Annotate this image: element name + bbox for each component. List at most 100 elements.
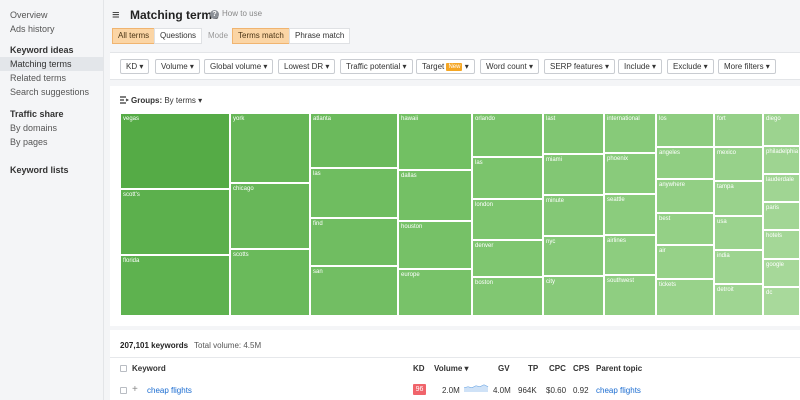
parent-topic-link[interactable]: cheap flights	[596, 386, 641, 395]
keyword-link[interactable]: cheap flights	[147, 386, 192, 395]
volume-filter[interactable]: Volume ▾	[155, 59, 200, 74]
tab-phrase-match[interactable]: Phrase match	[289, 28, 351, 44]
col-gv[interactable]: GV	[498, 364, 510, 373]
how-to-use-link[interactable]: ? How to use	[210, 9, 262, 19]
treemap-cell[interactable]: best	[656, 213, 714, 245]
treemap-cell[interactable]: mexico	[714, 147, 763, 181]
treemap-cell[interactable]: tampa	[714, 181, 763, 216]
traffic-potential-filter[interactable]: Traffic potential ▾	[340, 59, 413, 74]
treemap-cell[interactable]: international	[604, 113, 656, 153]
treemap-cell[interactable]: vegas	[120, 113, 230, 189]
treemap-cell[interactable]: minute	[543, 195, 604, 236]
kd-filter[interactable]: KD ▾	[120, 59, 150, 74]
tab-all-terms[interactable]: All terms	[112, 28, 156, 44]
sidebar-item-overview[interactable]: Overview	[0, 8, 103, 22]
select-all-checkbox[interactable]	[120, 365, 127, 372]
treemap-cell[interactable]: seattle	[604, 194, 656, 235]
sidebar-item-matching-terms[interactable]: Matching terms	[0, 57, 103, 71]
treemap-cell[interactable]: nyc	[543, 236, 604, 276]
treemap-cell[interactable]: last	[543, 113, 604, 154]
treemap-cell[interactable]: scotts	[230, 249, 310, 316]
treemap-cell[interactable]: usa	[714, 216, 763, 250]
treemap-cell[interactable]: detroit	[714, 284, 763, 316]
treemap-cell[interactable]: chicago	[230, 183, 310, 249]
treemap-cell[interactable]: hawaii	[398, 113, 472, 170]
treemap-cell[interactable]: orlando	[472, 113, 543, 157]
sidebar-item-by-domains[interactable]: By domains	[0, 121, 103, 135]
groups-selector[interactable]: Groups: By terms ▾	[120, 96, 202, 105]
treemap-cell[interactable]: dallas	[398, 170, 472, 221]
treemap-cell[interactable]: london	[472, 199, 543, 240]
col-cps[interactable]: CPS	[573, 364, 589, 373]
col-cpc[interactable]: CPC	[549, 364, 566, 373]
word-count-filter[interactable]: Word count ▾	[480, 59, 539, 74]
treemap-cell[interactable]: fort	[714, 113, 763, 147]
treemap-cell[interactable]: denver	[472, 240, 543, 277]
include-filter[interactable]: Include ▾	[618, 59, 663, 74]
treemap-cell[interactable]: tickets	[656, 279, 714, 316]
sidebar-item-search-suggestions[interactable]: Search suggestions	[0, 85, 103, 99]
treemap-cell[interactable]: find	[310, 218, 398, 266]
treemap-cell[interactable]: phoenix	[604, 153, 656, 194]
exclude-filter[interactable]: Exclude ▾	[667, 59, 714, 74]
how-to-use-label: How to use	[222, 9, 263, 18]
treemap-cell[interactable]: city	[543, 276, 604, 316]
treemap-cell[interactable]: york	[230, 113, 310, 183]
global-volume-filter[interactable]: Global volume ▾	[204, 59, 274, 74]
treemap-cell[interactable]: miami	[543, 154, 604, 195]
mode-label: Mode	[208, 31, 229, 40]
treemap-cell[interactable]: europe	[398, 269, 472, 316]
treemap-cell[interactable]: lauderdale	[763, 174, 800, 202]
menu-icon[interactable]: ≡	[112, 8, 120, 21]
treemap-cell[interactable]: anywhere	[656, 179, 714, 213]
keyword-count: 207,101 keywords	[120, 341, 189, 350]
treemap-cell[interactable]: diego	[763, 113, 800, 146]
col-volume[interactable]: Volume ▾	[434, 364, 469, 373]
treemap-cell[interactable]: scott's	[120, 189, 230, 255]
treemap-cell[interactable]: google	[763, 259, 800, 287]
tab-terms-match[interactable]: Terms match	[232, 28, 290, 44]
sidebar: Overview Ads history Keyword ideas Match…	[0, 0, 104, 400]
col-parent-topic[interactable]: Parent topic	[596, 364, 642, 373]
treemap-cell[interactable]: air	[656, 245, 714, 279]
more-filters-button[interactable]: More filters ▾	[718, 59, 776, 74]
treemap-cell[interactable]: florida	[120, 255, 230, 316]
treemap-cell[interactable]: southwest	[604, 275, 656, 316]
treemap-cell[interactable]: angeles	[656, 147, 714, 179]
treemap-cell[interactable]: paris	[763, 202, 800, 230]
col-kd[interactable]: KD	[413, 364, 425, 373]
treemap-cell[interactable]: san	[310, 266, 398, 316]
target-filter[interactable]: Target New ▾	[416, 59, 475, 74]
add-to-list-icon[interactable]: +	[132, 385, 138, 395]
treemap-cell[interactable]: atlanta	[310, 113, 398, 168]
sidebar-item-ads-history[interactable]: Ads history	[0, 22, 103, 36]
groups-icon	[120, 96, 130, 104]
treemap-cell[interactable]: india	[714, 250, 763, 284]
treemap-cell[interactable]: las	[310, 168, 398, 218]
sidebar-item-by-pages[interactable]: By pages	[0, 135, 103, 149]
treemap-cell[interactable]: boston	[472, 277, 543, 316]
treemap-cell[interactable]: las	[472, 157, 543, 199]
match-tabbar: All terms Questions Mode Terms match Phr…	[112, 28, 372, 44]
treemap-cell[interactable]: los	[656, 113, 714, 147]
row-checkbox[interactable]	[120, 387, 127, 394]
target-label: Target	[422, 62, 445, 71]
sidebar-section-traffic-share: Traffic share	[10, 109, 64, 119]
sidebar-item-keyword-lists[interactable]: Keyword lists	[10, 165, 69, 175]
groups-value: By terms ▾	[164, 96, 203, 105]
sidebar-item-related-terms[interactable]: Related terms	[0, 71, 103, 85]
treemap-cell[interactable]: airlines	[604, 235, 656, 275]
treemap-cell[interactable]: houston	[398, 221, 472, 269]
table-divider	[110, 357, 800, 358]
col-keyword[interactable]: Keyword	[132, 364, 166, 373]
volume-value: 2.0M	[442, 386, 460, 395]
col-tp[interactable]: TP	[528, 364, 538, 373]
serp-features-filter[interactable]: SERP features ▾	[544, 59, 616, 74]
treemap-cell[interactable]: dc	[763, 287, 800, 316]
lowest-dr-filter[interactable]: Lowest DR ▾	[278, 59, 336, 74]
treemap-cell[interactable]: hotels	[763, 230, 800, 259]
new-badge: New	[446, 63, 463, 71]
tp-value: 964K	[518, 386, 537, 395]
treemap-cell[interactable]: philadelphia	[763, 146, 800, 174]
tab-questions[interactable]: Questions	[154, 28, 203, 44]
